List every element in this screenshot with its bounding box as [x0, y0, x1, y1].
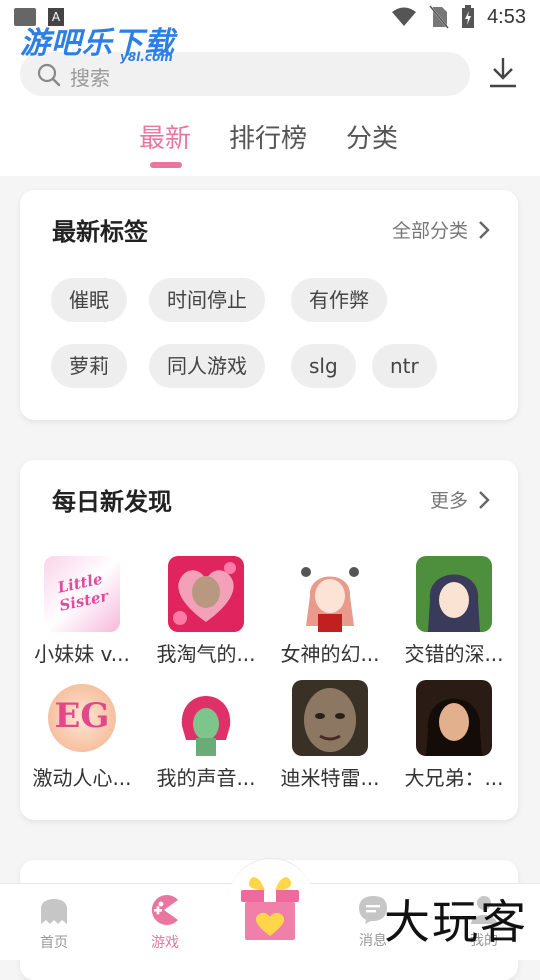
nav-label: 首页 — [40, 935, 68, 951]
download-icon[interactable] — [488, 56, 518, 88]
tag-chip[interactable]: 萝莉 — [51, 344, 127, 388]
gift-icon — [241, 877, 299, 940]
tag-chip[interactable]: 时间停止 — [149, 278, 265, 322]
game-item[interactable]: 交错的深... — [392, 556, 516, 667]
daily-discovery-card: 每日新发现 更多 Little Sister 小妹妹 v... 我淘气的... … — [20, 460, 518, 820]
tab-indicator — [150, 162, 182, 168]
search-placeholder: 搜索 — [70, 66, 110, 90]
game-title: 小妹妹 v... — [34, 642, 130, 666]
game-thumbnail — [292, 680, 368, 756]
latest-tags-card: 最新标签 全部分类 催眠 时间停止 有作弊 萝莉 同人游戏 slg ntr — [20, 190, 518, 420]
no-sim-icon — [429, 5, 449, 29]
game-item[interactable]: 迪米特雷... — [268, 680, 392, 791]
game-title: 我的声音... — [156, 766, 256, 790]
game-thumbnail — [168, 556, 244, 632]
tag-chip[interactable]: 催眠 — [51, 278, 127, 322]
game-thumbnail — [168, 680, 244, 756]
app-logo-domain: y8l.com — [120, 50, 173, 64]
game-item[interactable]: 女神的幻... — [268, 556, 392, 667]
game-item[interactable]: 我的声音... — [144, 680, 268, 791]
card-title: 每日新发现 — [52, 488, 172, 516]
search-icon — [37, 63, 61, 87]
chevron-right-icon — [479, 490, 490, 509]
tab-ranking[interactable]: 排行榜 — [229, 118, 307, 155]
more-label: 更多 — [429, 490, 468, 512]
game-thumbnail — [416, 556, 492, 632]
tag-chip[interactable]: ntr — [372, 344, 437, 388]
battery-charging-icon — [462, 5, 475, 28]
game-thumbnail: EG — [44, 680, 120, 756]
tag-chip[interactable]: 同人游戏 — [149, 344, 265, 388]
tag-chip[interactable]: 有作弊 — [291, 278, 387, 322]
thumbnail-logo-text: Little Sister — [56, 569, 110, 615]
nav-games[interactable]: 游戏 — [125, 894, 205, 952]
nav-home[interactable]: 首页 — [14, 894, 94, 952]
game-title: 我淘气的... — [156, 642, 256, 666]
more-link[interactable]: 更多 — [430, 486, 490, 513]
all-categories-link[interactable]: 全部分类 — [392, 216, 490, 243]
wifi-icon — [392, 7, 417, 26]
game-thumbnail: Little Sister — [44, 556, 120, 632]
game-thumbnail — [416, 680, 492, 756]
game-item[interactable]: EG 激动人心... — [20, 680, 144, 791]
watermark-text: 大玩客 — [384, 895, 528, 949]
tab-bar: 最新 排行榜 分类 — [0, 118, 540, 168]
game-title: 大兄弟：... — [404, 766, 504, 790]
game-thumbnail — [292, 556, 368, 632]
chevron-right-icon — [479, 220, 490, 239]
clock: 4:53 — [487, 5, 526, 28]
game-item[interactable]: 我淘气的... — [144, 556, 268, 667]
tag-chip[interactable]: slg — [291, 344, 356, 388]
game-title: 女神的幻... — [280, 642, 380, 666]
game-item[interactable]: Little Sister 小妹妹 v... — [20, 556, 144, 667]
tab-category[interactable]: 分类 — [346, 118, 398, 155]
game-title: 交错的深... — [404, 642, 504, 666]
thumbnail-logo-text: EG — [54, 696, 110, 736]
nav-gift[interactable] — [230, 874, 310, 948]
card-title: 最新标签 — [52, 218, 148, 246]
game-title: 迪米特雷... — [280, 766, 380, 790]
game-title: 激动人心... — [32, 766, 132, 790]
game-item[interactable]: 大兄弟：... — [392, 680, 516, 791]
tab-latest[interactable]: 最新 — [139, 118, 191, 155]
pacman-icon — [151, 895, 178, 925]
nav-label: 游戏 — [151, 935, 179, 951]
more-label: 全部分类 — [391, 220, 468, 242]
ghost-icon — [41, 899, 67, 924]
